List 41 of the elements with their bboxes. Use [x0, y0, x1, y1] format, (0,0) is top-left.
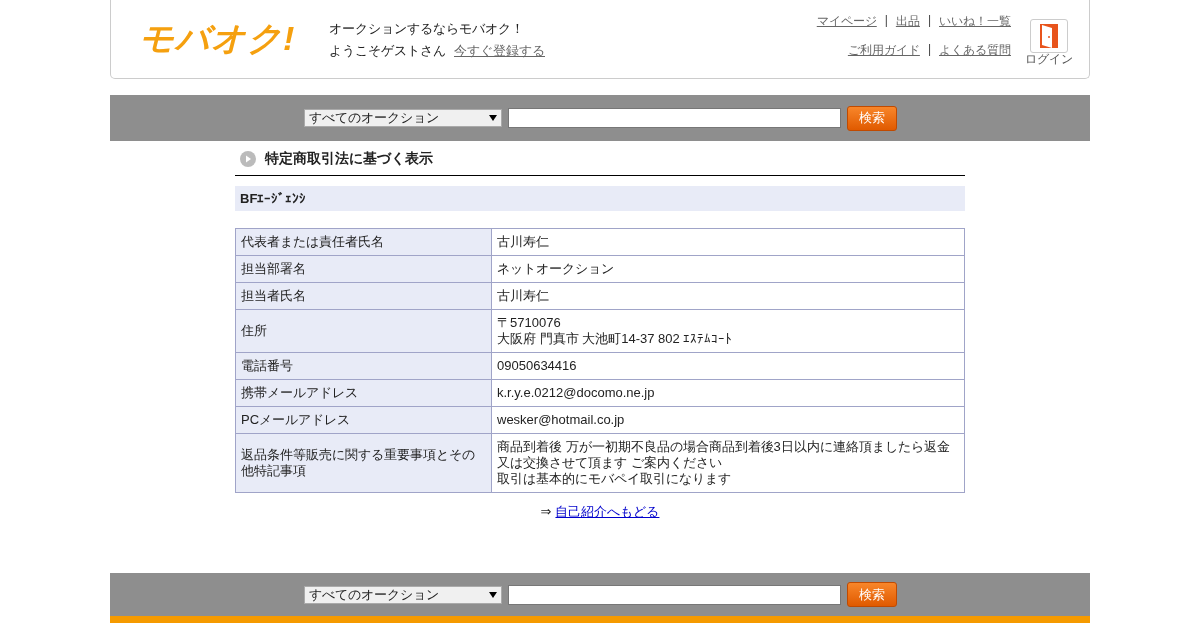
value-cell: 古川寿仁 — [491, 282, 965, 310]
label-cell: 担当者氏名 — [235, 282, 492, 310]
search-field[interactable] — [507, 108, 841, 128]
login-label: ログイン — [1025, 52, 1073, 66]
value-cell: wesker@hotmail.co.jp — [491, 406, 965, 434]
value-cell: 商品到着後 万が一初期不良品の場合商品到着後3日以内に連絡頂ましたら返金又は交換させて頂ます ご案内ください 取引は基本的にモバペイ取引になります — [491, 433, 965, 493]
login-button[interactable] — [1030, 18, 1068, 53]
nav-link[interactable]: マイページ — [816, 13, 877, 30]
nav-link[interactable]: いいね！一覧 — [939, 13, 1011, 30]
section-title: 特定商取引法に基づく表示 — [265, 150, 433, 168]
caret-icon — [488, 115, 497, 121]
category-select[interactable]: すべてのオークション — [303, 109, 502, 127]
nav-link[interactable]: 出品 — [895, 13, 920, 30]
nav-link[interactable]: よくある質問 — [939, 42, 1011, 59]
category-select[interactable]: すべてのオークション — [303, 585, 502, 604]
door-icon — [1038, 21, 1060, 50]
separator: | — [927, 13, 931, 29]
search-field[interactable] — [507, 584, 841, 605]
caret-icon — [488, 591, 497, 598]
back-link[interactable]: 自己紹介へもどる — [555, 504, 660, 519]
tagline: オークションするならモバオク！ — [329, 19, 525, 37]
value-cell: 古川寿仁 — [491, 228, 965, 256]
welcome-text: ようこそゲストさん — [329, 41, 446, 59]
separator: | — [927, 42, 931, 58]
label-cell: 住所 — [235, 309, 492, 353]
value-cell: k.r.y.e.0212@docomo.ne.jp — [491, 379, 965, 407]
value-cell: 09050634416 — [491, 352, 965, 380]
register-link[interactable]: 今すぐ登録する — [454, 41, 545, 59]
label-cell: 担当部署名 — [235, 255, 492, 283]
value-cell: ネットオークション — [491, 255, 965, 283]
arrow-text: ⇒ — [540, 504, 552, 519]
label-cell: 電話番号 — [235, 352, 492, 380]
label-cell: 返品条件等販売に関する重要事項とその他特記事項 — [235, 433, 492, 493]
value-cell: 〒5710076 大阪府 門真市 大池町14-37 802 ｴｽﾃﾑｺｰﾄ — [491, 309, 965, 353]
play-icon — [240, 151, 256, 167]
shop-name: BFｴｰｼﾞｪﾝｼ — [240, 191, 307, 206]
separator: | — [884, 13, 888, 29]
label-cell: 代表者または責任者氏名 — [235, 228, 492, 256]
nav-link[interactable]: ご利用ガイド — [847, 42, 920, 59]
label-cell: PCメールアドレス — [235, 406, 492, 434]
label-cell: 携帯メールアドレス — [235, 379, 492, 407]
